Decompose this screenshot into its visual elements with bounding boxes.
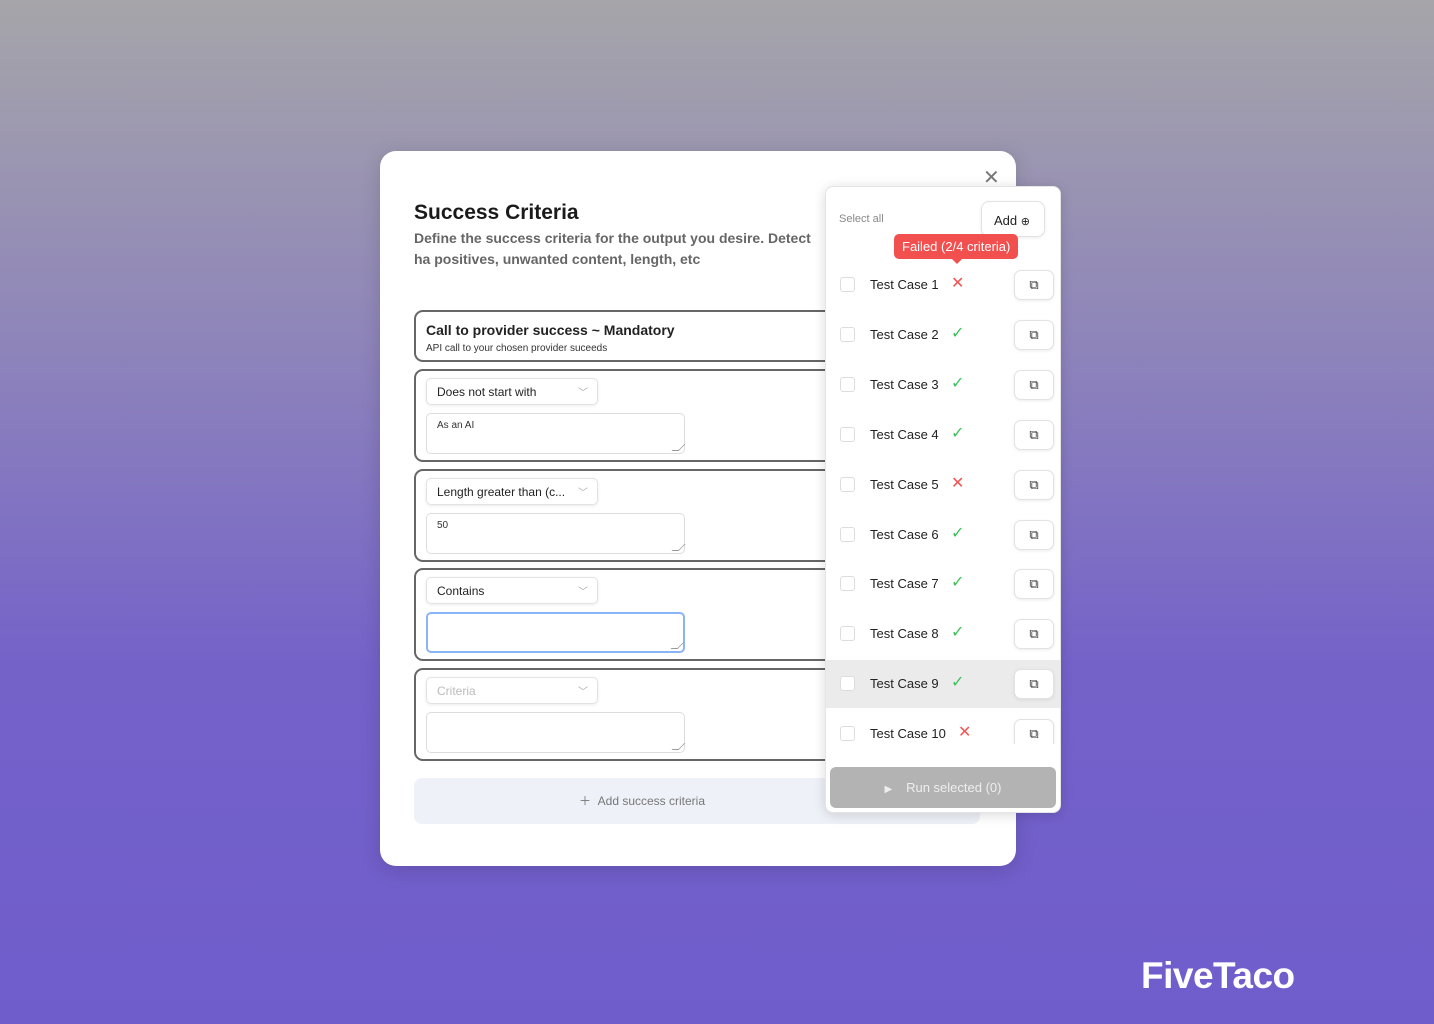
- criteria-value-input[interactable]: [426, 711, 685, 753]
- test-case-row[interactable]: Test Case 7 ✓ ⧉: [826, 560, 1060, 608]
- play-icon: ▶: [884, 784, 907, 795]
- test-case-row[interactable]: Test Case 2 ✓ ⧉: [826, 311, 1060, 359]
- criteria-type-value: Does not start with: [437, 385, 537, 399]
- criteria-value-input[interactable]: [426, 612, 685, 653]
- criteria-value-input[interactable]: As an AI: [426, 413, 685, 454]
- test-case-checkbox[interactable]: [840, 526, 855, 542]
- check-icon: ✓: [951, 624, 965, 642]
- fivetaco-logo: FiveTaco: [1141, 955, 1295, 996]
- test-cases-panel: Select all Add ⊕ Failed (2/4 criteria) T…: [825, 186, 1061, 813]
- x-icon: ✕: [951, 275, 965, 292]
- x-icon: ✕: [951, 474, 965, 492]
- check-icon: ✓: [951, 374, 965, 392]
- test-case-label: Test Case 7: [870, 576, 939, 592]
- test-case-label: Test Case 10: [870, 726, 946, 742]
- duplicate-icon[interactable]: ⧉: [1014, 469, 1054, 500]
- test-case-label: Test Case 9: [870, 676, 939, 692]
- chevron-down-icon: ﹀: [578, 686, 588, 698]
- test-case-checkbox[interactable]: [840, 576, 855, 592]
- test-case-checkbox[interactable]: [840, 277, 855, 292]
- add-success-criteria-label: Add success criteria: [597, 794, 706, 808]
- criteria-type-select[interactable]: Contains ﹀: [426, 577, 598, 604]
- criteria-type-select[interactable]: Length greater than (c... ﹀: [426, 477, 598, 505]
- test-case-label: Test Case 5: [870, 476, 939, 492]
- test-case-row[interactable]: Test Case 9 ✓ ⧉: [826, 660, 1060, 709]
- duplicate-icon[interactable]: ⧉: [1014, 270, 1054, 300]
- mandatory-subtitle: API call to your chosen provider suceeds: [426, 343, 608, 354]
- plus-icon: ＋: [578, 794, 598, 808]
- run-selected-label: Run selected (0): [906, 780, 1002, 795]
- test-case-row[interactable]: Test Case 6 ✓ ⧉: [826, 511, 1060, 559]
- duplicate-icon[interactable]: ⧉: [1014, 719, 1054, 744]
- criteria-value-input[interactable]: 50: [426, 512, 685, 554]
- test-case-checkbox[interactable]: [840, 626, 855, 642]
- duplicate-icon[interactable]: ⧉: [1014, 369, 1054, 400]
- criteria-type-value: Length greater than (c...: [437, 484, 566, 499]
- test-case-label: Test Case 4: [870, 426, 939, 442]
- check-icon: ✓: [951, 574, 965, 592]
- duplicate-icon[interactable]: ⧉: [1014, 419, 1054, 450]
- modal-description: Define the success criteria for the outp…: [414, 230, 811, 267]
- chevron-down-icon: ﹀: [578, 487, 588, 499]
- test-case-row[interactable]: Test Case 5 ✕ ⧉: [826, 461, 1060, 509]
- test-case-checkbox[interactable]: [840, 476, 855, 492]
- test-case-checkbox[interactable]: [840, 376, 855, 392]
- check-icon: ✓: [951, 424, 965, 442]
- test-case-row[interactable]: Test Case 1 ✕ ⧉: [826, 261, 1060, 309]
- test-case-row[interactable]: Test Case 10 ✕ ⧉: [826, 710, 1060, 744]
- check-icon: ✓: [951, 324, 965, 342]
- test-case-checkbox[interactable]: [840, 426, 855, 442]
- failed-tooltip: Failed (2/4 criteria): [894, 234, 1019, 264]
- criteria-type-select[interactable]: Does not start with ﹀: [426, 378, 598, 405]
- test-case-label: Test Case 6: [870, 526, 939, 542]
- mandatory-title: Call to provider success ~ Mandatory: [426, 322, 675, 338]
- duplicate-icon[interactable]: ⧉: [1014, 569, 1054, 600]
- duplicate-icon[interactable]: ⧉: [1014, 669, 1054, 700]
- duplicate-icon[interactable]: ⧉: [1014, 619, 1054, 650]
- chevron-down-icon: ﹀: [578, 587, 588, 598]
- criteria-type-value: Contains: [437, 584, 485, 598]
- duplicate-icon[interactable]: ⧉: [1014, 319, 1054, 350]
- criteria-type-select[interactable]: Criteria ﹀: [426, 676, 598, 704]
- test-case-checkbox[interactable]: [840, 326, 855, 342]
- test-case-label: Test Case 2: [870, 326, 939, 342]
- duplicate-icon[interactable]: ⧉: [1014, 519, 1054, 550]
- x-icon: ✕: [958, 724, 972, 742]
- criteria-type-value: Criteria: [437, 683, 476, 698]
- run-selected-button[interactable]: ▶ Run selected (0): [830, 767, 1056, 808]
- test-case-row[interactable]: Test Case 3 ✓ ⧉: [826, 361, 1060, 409]
- test-case-row[interactable]: Test Case 8 ✓ ⧉: [826, 610, 1060, 658]
- check-icon: ✓: [951, 524, 965, 542]
- test-case-label: Test Case 1: [870, 277, 939, 292]
- test-case-checkbox[interactable]: [840, 726, 855, 742]
- check-icon: ✓: [951, 674, 965, 692]
- chevron-down-icon: ﹀: [578, 388, 588, 399]
- test-case-row[interactable]: Test Case 4 ✓ ⧉: [826, 411, 1060, 459]
- modal-title: Success Criteria: [414, 201, 579, 224]
- test-case-label: Test Case 8: [870, 626, 939, 642]
- test-case-label: Test Case 3: [870, 376, 939, 392]
- test-case-checkbox[interactable]: [840, 676, 855, 692]
